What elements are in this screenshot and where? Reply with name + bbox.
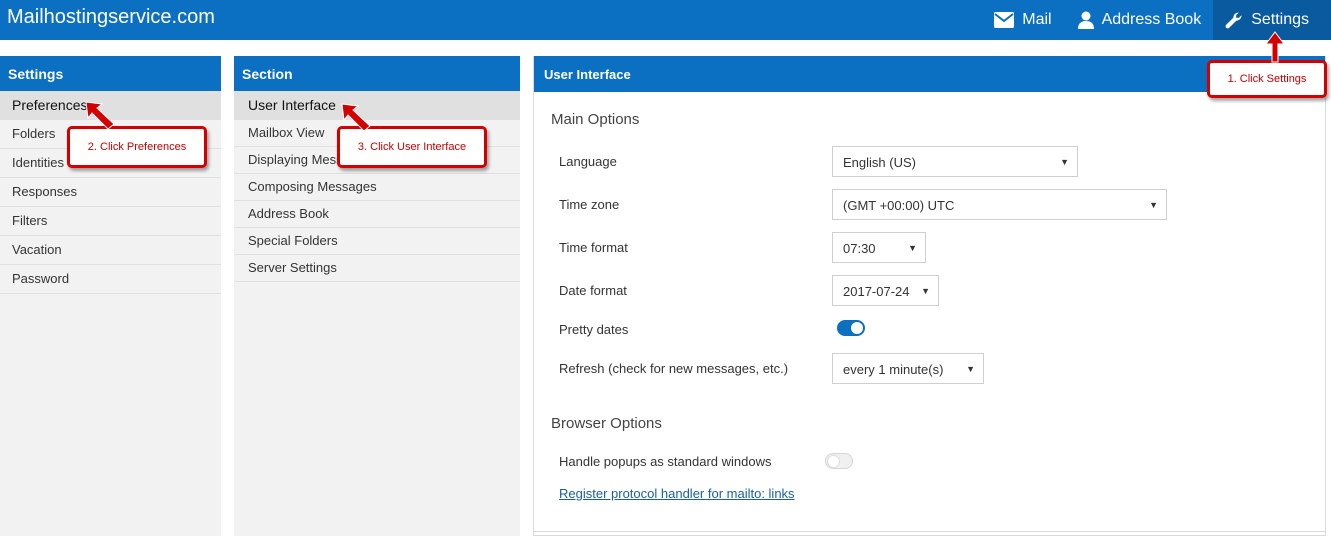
- prettydates-label: Pretty dates: [559, 322, 629, 337]
- refresh-label: Refresh (check for new messages, etc.): [559, 361, 789, 376]
- timeformat-select-value: 07:30: [843, 241, 876, 256]
- timezone-label: Time zone: [559, 197, 620, 212]
- person-icon: [1077, 11, 1094, 29]
- user-interface-panel: User Interface Main Options Language Eng…: [533, 56, 1326, 536]
- nav-mail-label: Mail: [1022, 11, 1052, 28]
- top-bar: Mailhostingservice.com Mail Address Book…: [0, 0, 1331, 40]
- nav-mail[interactable]: Mail: [982, 0, 1065, 40]
- chevron-down-icon: ▼: [908, 243, 917, 253]
- toggle-knob: [827, 455, 840, 468]
- settings-item-filters[interactable]: Filters: [0, 207, 221, 236]
- prettydates-toggle[interactable]: [837, 320, 865, 336]
- callout-step1: 1. Click Settings: [1207, 60, 1327, 98]
- callout-step2-text: 2. Click Preferences: [87, 141, 187, 153]
- language-select[interactable]: English (US) ▼: [832, 146, 1078, 177]
- chevron-down-icon: ▼: [921, 286, 930, 296]
- callout-arrow-icon: [341, 103, 371, 132]
- popups-toggle[interactable]: [825, 453, 853, 469]
- brand-logo[interactable]: Mailhostingservice.com: [7, 6, 215, 29]
- chevron-down-icon: ▼: [1060, 157, 1069, 167]
- timezone-select-value: (GMT +00:00) UTC: [843, 198, 955, 213]
- section-item-address-book[interactable]: Address Book: [234, 201, 520, 228]
- language-label: Language: [559, 154, 617, 169]
- nav-address-book[interactable]: Address Book: [1066, 0, 1214, 40]
- callout-arrow-icon: [85, 101, 115, 130]
- dateformat-label: Date format: [559, 283, 627, 298]
- settings-item-password[interactable]: Password: [0, 265, 221, 294]
- settings-panel-title: Settings: [0, 56, 221, 91]
- callout-step1-text: 1. Click Settings: [1227, 73, 1307, 85]
- section-item-special-folders[interactable]: Special Folders: [234, 228, 520, 255]
- nav-address-book-label: Address Book: [1101, 11, 1202, 28]
- divider: [534, 531, 1325, 532]
- section-item-server-settings[interactable]: Server Settings: [234, 255, 520, 282]
- language-select-value: English (US): [843, 155, 916, 170]
- callout-arrow-icon: [1265, 31, 1285, 63]
- popups-label: Handle popups as standard windows: [559, 454, 772, 469]
- section-panel-title: Section: [234, 56, 520, 91]
- wrench-icon: [1225, 11, 1243, 29]
- timezone-select[interactable]: (GMT +00:00) UTC ▼: [832, 189, 1167, 220]
- callout-step2: 2. Click Preferences: [67, 126, 207, 168]
- browser-options-heading: Browser Options: [551, 415, 662, 432]
- refresh-select[interactable]: every 1 minute(s) ▼: [832, 353, 984, 384]
- envelope-icon: [994, 12, 1015, 28]
- refresh-select-value: every 1 minute(s): [843, 362, 944, 377]
- toggle-knob: [851, 322, 863, 334]
- timeformat-select[interactable]: 07:30 ▼: [832, 232, 926, 263]
- nav-settings-label: Settings: [1251, 11, 1309, 28]
- dateformat-select-value: 2017-07-24: [843, 284, 910, 299]
- dateformat-select[interactable]: 2017-07-24 ▼: [832, 275, 939, 306]
- chevron-down-icon: ▼: [1149, 200, 1158, 210]
- settings-item-responses[interactable]: Responses: [0, 178, 221, 207]
- register-protocol-link[interactable]: Register protocol handler for mailto: li…: [559, 486, 795, 501]
- settings-item-vacation[interactable]: Vacation: [0, 236, 221, 265]
- section-item-composing-messages[interactable]: Composing Messages: [234, 174, 520, 201]
- chevron-down-icon: ▼: [966, 364, 975, 374]
- callout-step3-text: 3. Click User Interface: [357, 141, 467, 153]
- main-options-heading: Main Options: [551, 111, 640, 128]
- timeformat-label: Time format: [559, 240, 628, 255]
